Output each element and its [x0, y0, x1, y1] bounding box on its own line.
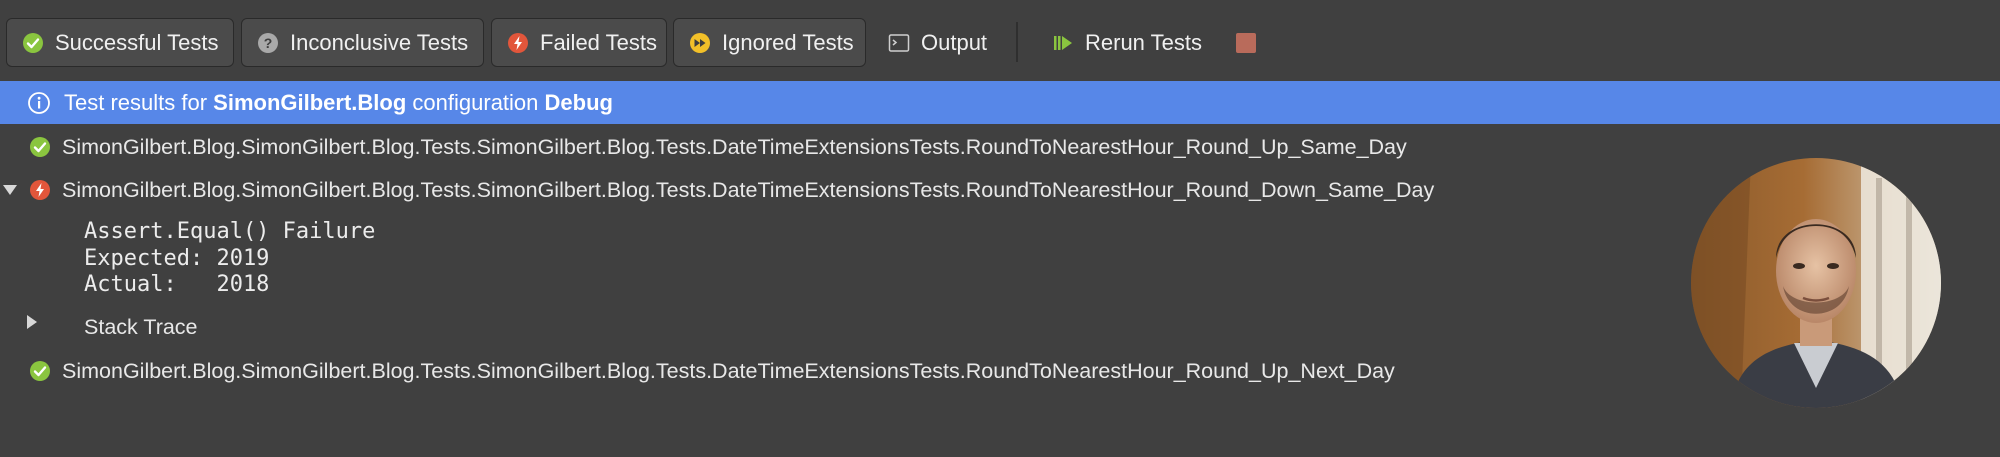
expected-line: Expected: 2019	[84, 245, 270, 271]
avatar	[1691, 158, 1941, 408]
actual-line: Actual: 2018	[84, 272, 270, 297]
successful-tests-label: Successful Tests	[55, 29, 219, 55]
test-result-row-expanded[interactable]: SimonGilbert.Blog.SimonGilbert.Blog.Test…	[0, 170, 1600, 210]
failed-tests-label: Failed Tests	[540, 29, 657, 55]
terminal-icon	[888, 32, 910, 54]
output-label: Output	[921, 29, 988, 55]
lightning-circle-icon	[29, 179, 51, 201]
test-name: SimonGilbert.Blog.SimonGilbert.Blog.Test…	[62, 178, 1435, 202]
failure-line: Assert.Equal() Failure	[84, 219, 376, 244]
inconclusive-tests-filter-button[interactable]: ? Inconclusive Tests	[241, 18, 484, 67]
test-name: SimonGilbert.Blog.SimonGilbert.Blog.Test…	[62, 359, 1395, 383]
failure-message: Assert.Equal() Failure Expected: 2019 Actu…	[84, 219, 375, 299]
test-name: SimonGilbert.Blog.SimonGilbert.Blog.Test…	[62, 135, 1407, 159]
fast-forward-circle-icon	[689, 32, 711, 54]
banner-prefix: Test results for	[64, 89, 208, 115]
banner-middle: configuration	[412, 89, 539, 115]
svg-text:?: ?	[264, 35, 273, 51]
question-circle-icon: ?	[257, 32, 279, 54]
check-circle-icon	[29, 360, 51, 382]
check-circle-icon	[22, 32, 44, 54]
lightning-circle-icon	[507, 32, 529, 54]
info-icon	[28, 91, 50, 114]
ignored-tests-label: Ignored Tests	[722, 29, 854, 55]
failed-tests-filter-button[interactable]: Failed Tests	[491, 18, 667, 67]
rerun-tests-label: Rerun Tests	[1085, 29, 1202, 55]
successful-tests-filter-button[interactable]: Successful Tests	[6, 18, 234, 67]
ignored-tests-filter-button[interactable]: Ignored Tests	[673, 18, 866, 67]
stack-trace-toggle[interactable]: Stack Trace	[0, 307, 300, 347]
toolbar-divider	[1016, 22, 1018, 62]
test-result-row[interactable]: SimonGilbert.Blog.SimonGilbert.Blog.Test…	[0, 127, 1600, 167]
stack-trace-label: Stack Trace	[84, 315, 198, 339]
test-result-row[interactable]: SimonGilbert.Blog.SimonGilbert.Blog.Test…	[0, 351, 1600, 391]
test-results-banner: Test results for SimonGilbert.Blog confi…	[0, 81, 2000, 124]
rerun-tests-button[interactable]: Rerun Tests	[1036, 18, 1226, 67]
output-button[interactable]: Output	[872, 18, 1002, 67]
check-circle-icon	[29, 136, 51, 158]
inconclusive-tests-label: Inconclusive Tests	[290, 29, 469, 55]
banner-project: SimonGilbert.Blog	[213, 89, 407, 115]
banner-configuration: Debug	[544, 89, 613, 115]
profile-photo	[1691, 158, 1941, 408]
test-toolbar: Successful Tests ? Inconclusive Tests Fa…	[0, 0, 2000, 81]
stop-icon[interactable]	[1236, 33, 1256, 53]
rerun-icon	[1052, 32, 1074, 54]
collapse-triangle-icon[interactable]	[3, 185, 17, 195]
expand-triangle-icon[interactable]	[27, 315, 37, 329]
banner-text: Test results for SimonGilbert.Blog confi…	[64, 90, 613, 116]
